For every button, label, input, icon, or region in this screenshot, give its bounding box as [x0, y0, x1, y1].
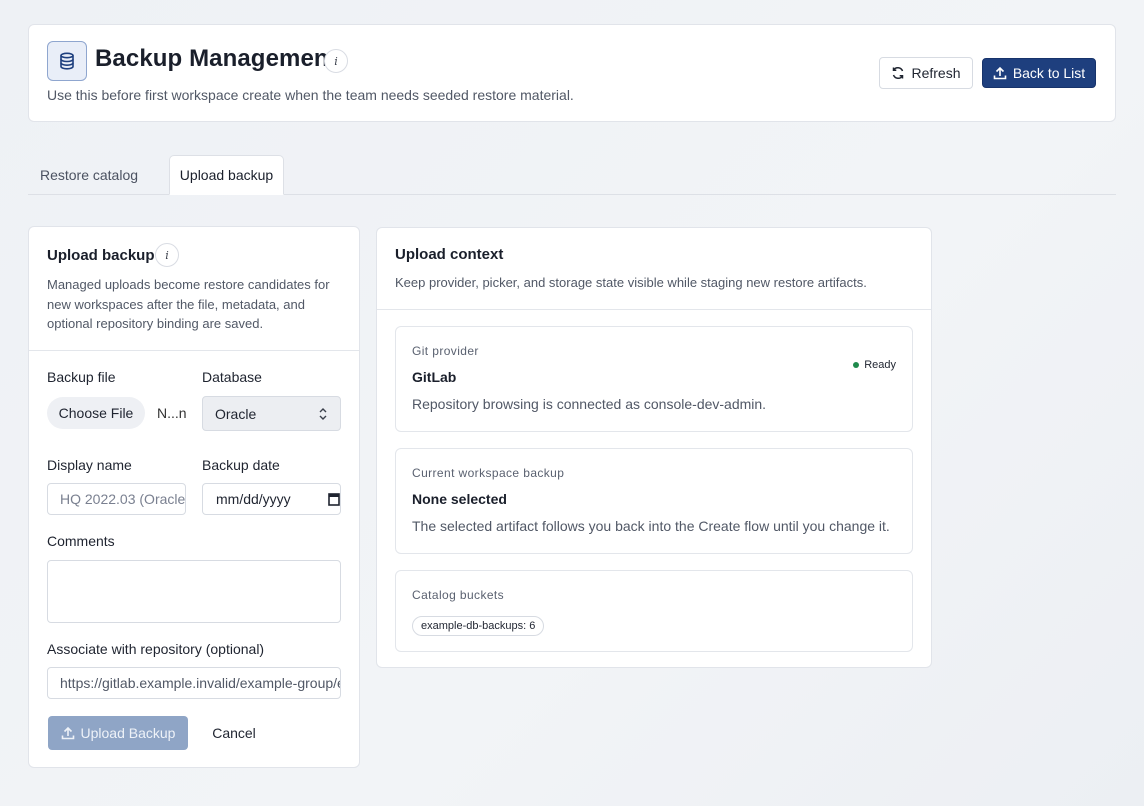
workspace-backup-label: Current workspace backup: [412, 466, 565, 480]
display-name-label: Display name: [47, 457, 132, 473]
back-to-list-button[interactable]: Back to List: [982, 58, 1096, 88]
tab-upload-backup[interactable]: Upload backup: [169, 155, 284, 195]
upload-icon: [993, 66, 1007, 80]
divider: [29, 350, 359, 351]
upload-backup-label: Upload Backup: [80, 725, 176, 741]
status-text: Ready: [864, 359, 896, 371]
backup-date-value: mm/dd/yyyy: [216, 491, 291, 507]
backup-date-label: Backup date: [202, 457, 280, 473]
info-icon[interactable]: i: [324, 49, 348, 73]
divider: [377, 309, 931, 310]
upload-icon: [61, 726, 74, 740]
database-select[interactable]: Oracle: [202, 396, 341, 431]
git-provider-label: Git provider: [412, 344, 479, 358]
status-badge: Ready: [853, 359, 896, 371]
upload-backup-card: Upload backup i Managed uploads become r…: [28, 226, 360, 768]
refresh-label: Refresh: [911, 65, 961, 81]
tab-restore-catalog[interactable]: Restore catalog: [28, 155, 150, 195]
workspace-backup-description: The selected artifact follows you back i…: [412, 518, 890, 534]
page-title: Backup Management: [95, 45, 337, 72]
back-to-list-label: Back to List: [1012, 65, 1086, 81]
upload-card-title: Upload backup: [47, 247, 155, 264]
info-icon[interactable]: i: [155, 243, 179, 267]
cancel-button[interactable]: Cancel: [201, 716, 267, 750]
git-provider-value: GitLab: [412, 369, 457, 385]
catalog-buckets-label: Catalog buckets: [412, 588, 505, 602]
repository-input[interactable]: https://gitlab.example.invalid/example-g…: [47, 667, 341, 699]
display-name-placeholder: HQ 2022.03 (Oracle): [60, 491, 186, 507]
backup-file-label: Backup file: [47, 369, 116, 385]
comments-textarea[interactable]: [47, 560, 341, 623]
calendar-icon[interactable]: [328, 492, 340, 506]
refresh-button[interactable]: Refresh: [879, 57, 973, 89]
upload-context-card: Upload context Keep provider, picker, an…: [376, 227, 932, 668]
git-provider-panel: Git provider GitLab Ready Repository bro…: [395, 326, 913, 432]
upload-card-description: Managed uploads become restore candidate…: [47, 277, 330, 331]
context-card-description: Keep provider, picker, and storage state…: [395, 275, 867, 290]
display-name-input[interactable]: HQ 2022.03 (Oracle): [47, 483, 186, 515]
refresh-icon: [893, 66, 904, 80]
choose-file-button[interactable]: Choose File: [47, 397, 145, 429]
bucket-chip: example-db-backups: 6: [412, 616, 545, 636]
select-arrows-icon: [319, 408, 327, 420]
page-header: Backup Management i Use this before firs…: [28, 24, 1116, 122]
status-dot-icon: [853, 362, 860, 368]
repository-label: Associate with repository (optional): [47, 641, 265, 657]
backup-date-input[interactable]: mm/dd/yyyy: [202, 483, 341, 515]
catalog-buckets-panel: Catalog buckets example-db-backups: 6: [395, 570, 913, 652]
file-name-text: N...n: [157, 405, 187, 421]
database-icon: [47, 41, 87, 81]
git-provider-description: Repository browsing is connected as cons…: [412, 396, 767, 412]
comments-label: Comments: [47, 533, 115, 549]
repository-placeholder: https://gitlab.example.invalid/example-g…: [60, 675, 340, 691]
context-card-title: Upload context: [395, 246, 504, 263]
workspace-backup-panel: Current workspace backup None selected T…: [395, 448, 913, 554]
page-subtitle: Use this before first workspace create w…: [47, 87, 574, 103]
upload-backup-button[interactable]: Upload Backup: [48, 716, 188, 750]
database-label: Database: [202, 369, 262, 385]
database-select-value: Oracle: [215, 405, 257, 422]
workspace-backup-value: None selected: [412, 491, 507, 507]
